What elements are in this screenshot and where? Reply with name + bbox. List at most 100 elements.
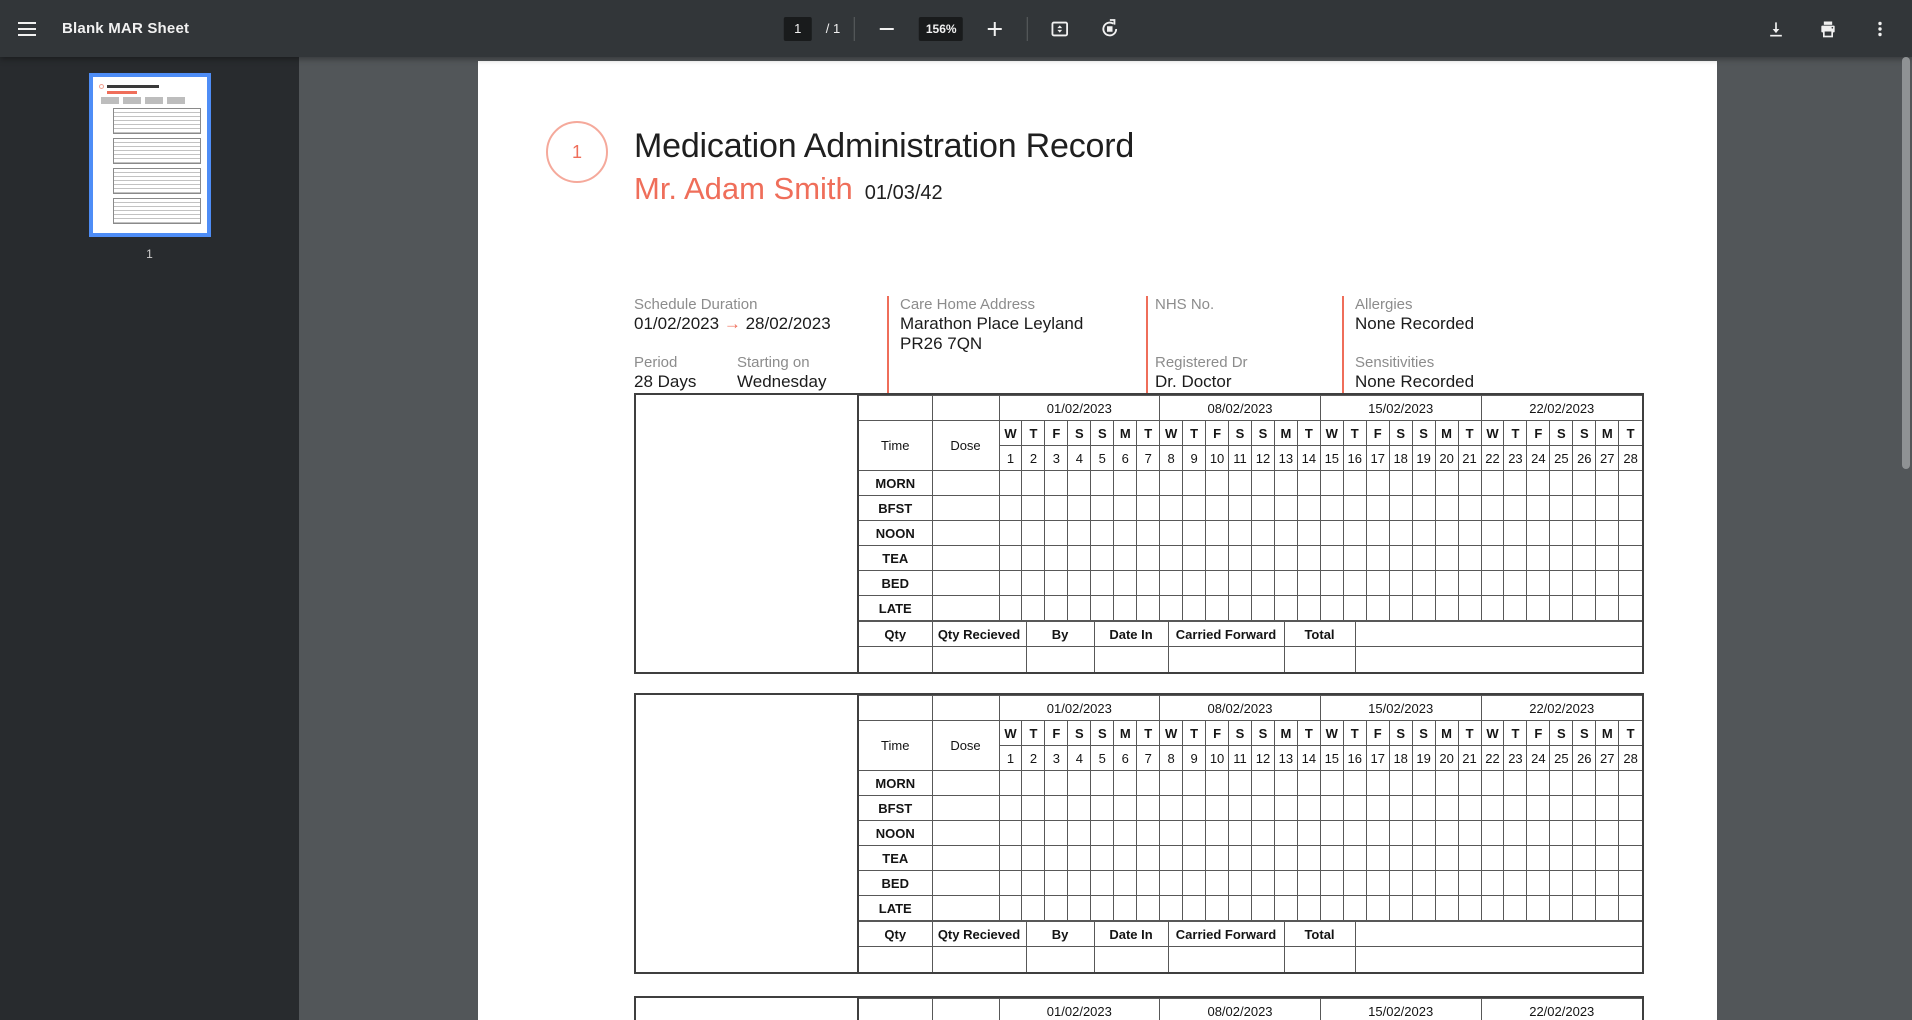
rotate-button[interactable]: [1092, 11, 1128, 47]
day-number-cell: 18: [1389, 446, 1412, 471]
day-cell: [1596, 871, 1619, 896]
day-cell: [1527, 521, 1550, 546]
menu-icon[interactable]: [18, 22, 36, 36]
day-cell: [1022, 896, 1045, 921]
period-field: Period 28 Days: [634, 354, 737, 392]
fit-page-button[interactable]: [1042, 11, 1078, 47]
day-cell: [1504, 796, 1527, 821]
day-number-cell: 21: [1458, 746, 1481, 771]
page-thumbnail[interactable]: [89, 73, 211, 237]
day-number-cell: 26: [1573, 446, 1596, 471]
day-cell: [1068, 496, 1091, 521]
day-cell: [1068, 796, 1091, 821]
page-number-input[interactable]: [784, 17, 812, 41]
day-cell: [1550, 471, 1573, 496]
day-cell: [1068, 871, 1091, 896]
more-options-button[interactable]: [1862, 11, 1898, 47]
day-cell: [1091, 771, 1114, 796]
day-cell: [1068, 521, 1091, 546]
day-cell: [1573, 846, 1596, 871]
day-cell: [1045, 571, 1068, 596]
footer-label: Qty Recieved: [932, 922, 1026, 947]
footer-empty-cell: [1026, 647, 1094, 672]
day-cell: [1527, 796, 1550, 821]
day-cell: [1412, 496, 1435, 521]
day-cell: [1343, 871, 1366, 896]
footer-label: By: [1026, 922, 1094, 947]
day-cell: [1297, 496, 1320, 521]
day-number-cell: 3: [1045, 746, 1068, 771]
day-cell: [999, 896, 1022, 921]
day-cell: [1274, 821, 1297, 846]
day-cell: [1229, 571, 1252, 596]
day-cell: [1458, 521, 1481, 546]
week-date-cell: 15/02/2023: [1320, 396, 1481, 421]
day-cell: [1412, 796, 1435, 821]
day-cell: [1022, 821, 1045, 846]
day-cell: [1389, 471, 1412, 496]
day-number-cell: 22: [1481, 446, 1504, 471]
day-letter-cell: M: [1114, 421, 1137, 446]
day-number-cell: 27: [1596, 746, 1619, 771]
day-letter-cell: F: [1366, 721, 1389, 746]
print-button[interactable]: [1810, 11, 1846, 47]
day-cell: [1045, 546, 1068, 571]
day-cell: [1573, 771, 1596, 796]
day-cell: [1550, 846, 1573, 871]
dose-cell: [932, 571, 999, 596]
day-letter-cell: F: [1045, 721, 1068, 746]
fit-page-icon: [1049, 18, 1071, 40]
day-cell: [1091, 871, 1114, 896]
day-number-cell: 20: [1435, 446, 1458, 471]
week-date-cell: 01/02/2023: [999, 396, 1160, 421]
download-button[interactable]: [1758, 11, 1794, 47]
day-cell: [1458, 771, 1481, 796]
day-cell: [1573, 871, 1596, 896]
day-cell: [1619, 521, 1642, 546]
day-cell: [1274, 771, 1297, 796]
care-home-field: Care Home Address Marathon Place Leyland…: [900, 296, 1083, 354]
day-number-cell: 1: [999, 746, 1022, 771]
dose-cell: [932, 771, 999, 796]
day-cell: [1251, 521, 1274, 546]
vertical-scrollbar[interactable]: [1902, 57, 1910, 469]
day-number-cell: 24: [1527, 446, 1550, 471]
day-number-cell: 22: [1481, 746, 1504, 771]
day-cell: [1619, 596, 1642, 621]
day-cell: [1527, 571, 1550, 596]
day-cell: [1573, 521, 1596, 546]
day-cell: [1458, 471, 1481, 496]
day-cell: [1320, 871, 1343, 896]
footer-empty-cell: [932, 947, 1026, 972]
day-cell: [1343, 896, 1366, 921]
zoom-level[interactable]: 156%: [919, 17, 963, 41]
day-cell: [1183, 871, 1206, 896]
day-cell: [1435, 596, 1458, 621]
day-cell: [1274, 596, 1297, 621]
day-cell: [1435, 571, 1458, 596]
day-cell: [1366, 546, 1389, 571]
day-cell: [1206, 796, 1229, 821]
time-row-label: TEA: [859, 546, 932, 571]
day-cell: [1251, 471, 1274, 496]
day-cell: [1458, 796, 1481, 821]
day-letter-cell: S: [1389, 721, 1412, 746]
day-cell: [1481, 571, 1504, 596]
day-letter-cell: W: [1481, 421, 1504, 446]
download-icon: [1766, 19, 1786, 39]
blank-cell: [859, 396, 932, 421]
day-cell: [1343, 546, 1366, 571]
zoom-in-button[interactable]: [977, 11, 1013, 47]
zoom-out-button[interactable]: [869, 11, 905, 47]
day-cell: [1458, 821, 1481, 846]
day-cell: [1137, 571, 1160, 596]
day-cell: [1412, 821, 1435, 846]
day-cell: [1504, 821, 1527, 846]
day-cell: [1045, 871, 1068, 896]
footer-empty-cell: [932, 647, 1026, 672]
day-cell: [1022, 871, 1045, 896]
footer-empty-cell: [1168, 647, 1284, 672]
week-date-cell: 08/02/2023: [1160, 396, 1321, 421]
day-letter-cell: M: [1274, 421, 1297, 446]
week-date-cell: 15/02/2023: [1320, 999, 1481, 1020]
